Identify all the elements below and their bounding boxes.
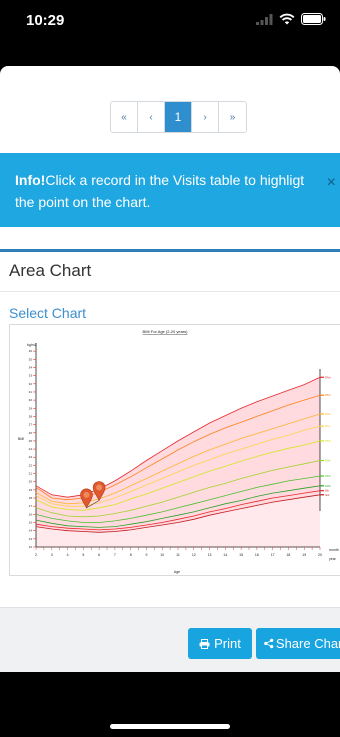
status-bar: 10:29 [0, 0, 340, 44]
y-tick-label: 25 [29, 439, 33, 443]
percentile-label-10th: 10th [325, 484, 331, 488]
page-last-button[interactable]: » [219, 102, 246, 132]
y-tick-label: 28 [29, 414, 33, 418]
y-tick-label: 12 [29, 545, 33, 549]
y-tick-label: 26 [29, 431, 33, 435]
y-tick-label: 21 [29, 472, 33, 476]
close-icon[interactable]: × [327, 172, 336, 194]
battery-icon [301, 13, 326, 25]
panel-title: Area Chart [9, 261, 92, 280]
x-tick-label: 16 [255, 553, 259, 557]
x-tick-label: 11 [176, 553, 180, 557]
x-tick-label: 4 [67, 553, 69, 557]
x-tick-label: 10 [160, 553, 164, 557]
x-unit-year-label: year [329, 557, 337, 561]
x-tick-label: 15 [239, 553, 243, 557]
y-unit-label: kg/m2 [27, 343, 37, 347]
status-time: 10:29 [26, 12, 65, 29]
y-tick-label: 35 [29, 357, 33, 361]
y-tick-label: 18 [29, 496, 33, 500]
y-tick-label: 27 [29, 423, 33, 427]
percentile-label-85th: 85th [325, 424, 331, 428]
y-tick-label: 15 [29, 521, 33, 525]
y-tick-label: 29 [29, 406, 33, 410]
y-tick-label: 17 [29, 504, 33, 508]
percentile-label-75th: 75th [325, 439, 331, 443]
print-icon [199, 638, 210, 649]
status-icons [256, 13, 326, 25]
info-alert-text: Click a record in the Visits table to hi… [15, 172, 305, 210]
bmi-chart-container: BMI For Age (2-20 years) kg/m2 BMI Age m… [9, 324, 340, 576]
y-tick-label: 32 [29, 382, 33, 386]
x-tick-label: 18 [286, 553, 290, 557]
page-current-button[interactable]: 1 [165, 102, 192, 132]
x-tick-label: 2 [35, 553, 37, 557]
panel-header-divider [0, 291, 340, 292]
x-tick-label: 7 [114, 553, 116, 557]
y-tick-label: 31 [29, 390, 33, 394]
chart-title: BMI For Age (2-20 years) [143, 329, 189, 334]
x-tick-label: 14 [223, 553, 227, 557]
x-tick-label: 9 [145, 553, 147, 557]
bmi-chart[interactable]: BMI For Age (2-20 years) kg/m2 BMI Age m… [10, 325, 340, 577]
map-pin-dot [96, 484, 103, 491]
percentile-label-95th: 95th [325, 393, 331, 397]
x-tick-label: 12 [192, 553, 196, 557]
info-alert-label: Info! [15, 172, 46, 188]
x-tick-label: 20 [318, 553, 322, 557]
y-tick-label: 30 [29, 398, 33, 402]
page-first-button[interactable]: « [111, 102, 138, 132]
y-tick-label: 13 [29, 537, 33, 541]
percentile-label-25th: 25th [325, 474, 331, 478]
select-chart-link[interactable]: Select Chart [9, 305, 86, 321]
y-tick-label: 19 [29, 488, 33, 492]
x-tick-label: 19 [302, 553, 306, 557]
app-screen: « ‹ 1 › » Info!Click a record in the Vis… [0, 66, 340, 672]
y-tick-label: 34 [29, 365, 33, 369]
share-icon [264, 638, 274, 649]
footer-bar: Print Share Chart [0, 607, 340, 672]
wifi-icon [279, 13, 295, 25]
page-prev-button[interactable]: ‹ [138, 102, 165, 132]
x-tick-label: 6 [98, 553, 100, 557]
x-unit-month-label: month [329, 548, 339, 552]
share-chart-button[interactable]: Share Chart [256, 628, 340, 659]
pagination: « ‹ 1 › » [110, 101, 247, 133]
percentile-label-90th: 90th [325, 412, 331, 416]
y-tick-label: 14 [29, 529, 33, 533]
x-axis-title: Age [174, 570, 180, 574]
page-next-button[interactable]: › [192, 102, 219, 132]
signal-icon [256, 13, 273, 25]
y-tick-label: 24 [29, 447, 33, 451]
y-tick-label: 23 [29, 455, 33, 459]
x-tick-label: 13 [208, 553, 212, 557]
share-chart-button-label: Share Chart [275, 636, 340, 651]
print-button-label: Print [214, 636, 241, 651]
y-tick-label: 22 [29, 463, 33, 467]
x-tick-label: 8 [130, 553, 132, 557]
y-tick-label: 33 [29, 374, 33, 378]
percentile-label-50th: 50th [325, 459, 331, 463]
y-tick-label: 36 [29, 349, 33, 353]
y-tick-label: 16 [29, 512, 33, 516]
x-tick-label: 17 [271, 553, 275, 557]
x-tick-label: 5 [82, 553, 84, 557]
map-pin-dot [83, 491, 90, 498]
section-divider [0, 249, 340, 252]
info-alert: Info!Click a record in the Visits table … [0, 153, 340, 227]
home-indicator [110, 724, 230, 729]
percentile-label-97th: 97th [325, 375, 331, 379]
y-axis-title: BMI [18, 437, 24, 441]
x-tick-label: 3 [51, 553, 53, 557]
y-tick-label: 20 [29, 480, 33, 484]
print-button[interactable]: Print [188, 628, 252, 659]
percentile-label-3rd: 3rd [325, 493, 330, 497]
